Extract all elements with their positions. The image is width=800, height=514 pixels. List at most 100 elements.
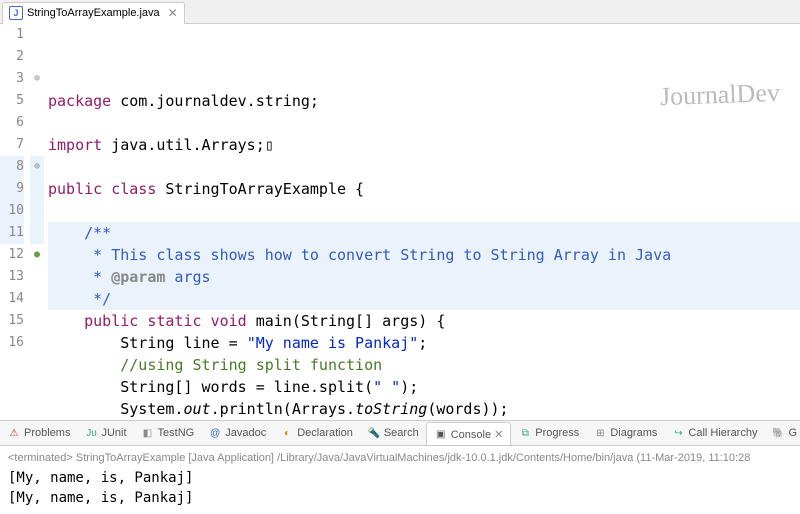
token-jdoc-tag: @param: [111, 268, 165, 286]
console-path: /Library/Java/JavaVirtualMachines/jdk-10…: [277, 452, 633, 464]
line-number: 14: [0, 288, 24, 310]
marker-empty: [30, 222, 44, 244]
marker-empty: [30, 134, 44, 156]
close-icon[interactable]: ✕: [164, 6, 178, 20]
view-tab-label: Console: [451, 429, 491, 441]
token-plain: );: [400, 378, 418, 396]
token-plain: com.journaldev.string;: [111, 92, 319, 110]
console-output[interactable]: [My, name, is, Pankaj][My, name, is, Pan…: [8, 468, 792, 508]
close-icon[interactable]: ✕: [494, 428, 503, 441]
code-line[interactable]: public class StringToArrayExample {: [48, 178, 800, 200]
view-tab-declaration[interactable]: ◐Declaration: [273, 421, 360, 445]
token-kw: void: [211, 312, 247, 330]
marker-empty: [30, 178, 44, 200]
token-plain: [48, 356, 120, 374]
view-tab-console[interactable]: ▣Console ✕: [426, 422, 512, 446]
console-icon: ▣: [434, 428, 448, 442]
declaration-icon: ◐: [280, 426, 294, 440]
view-tab-call-hierarchy[interactable]: ↪Call Hierarchy: [664, 421, 764, 445]
token-plain: (words));: [427, 400, 508, 418]
line-number: 11: [0, 222, 24, 244]
token-plain: ▯: [265, 136, 274, 154]
line-number: 10: [0, 200, 24, 222]
token-string: "My name is Pankaj": [247, 334, 419, 352]
view-tab-javadoc[interactable]: @Javadoc: [201, 421, 273, 445]
code-area[interactable]: JournalDev package com.journaldev.string…: [44, 24, 800, 420]
view-tab-testng[interactable]: ◧TestNG: [134, 421, 202, 445]
line-number: 8: [0, 156, 24, 178]
code-line[interactable]: import java.util.Arrays;▯: [48, 134, 800, 156]
line-number-gutter: 1235678910111213141516: [0, 24, 30, 420]
line-number: 2: [0, 46, 24, 68]
marker-empty: [30, 288, 44, 310]
marker-empty: [30, 310, 44, 332]
token-comment: //using String split function: [120, 356, 382, 374]
token-plain: System.: [48, 400, 183, 418]
code-line[interactable]: public static void main(String[] args) {: [48, 310, 800, 332]
line-number: 3: [0, 68, 24, 90]
call-hierarchy-icon: ↪: [671, 426, 685, 440]
code-line[interactable]: /**: [48, 222, 800, 244]
token-jdoc: args: [165, 268, 210, 286]
diagrams-icon: ⊞: [593, 426, 607, 440]
code-editor[interactable]: 1235678910111213141516 ⊕ ⊕ ● JournalDev …: [0, 24, 800, 420]
line-number: 6: [0, 112, 24, 134]
view-tab-progress[interactable]: ⧉Progress: [511, 421, 586, 445]
code-line[interactable]: //using String split function: [48, 354, 800, 376]
code-line[interactable]: */: [48, 288, 800, 310]
marker-column: ⊕ ⊕ ●: [30, 24, 44, 420]
code-line[interactable]: [48, 112, 800, 134]
view-tab-junit[interactable]: JᴜJUnit: [77, 421, 133, 445]
fold-marker-icon[interactable]: ⊕: [30, 156, 44, 178]
view-tab-label: Search: [384, 427, 419, 439]
view-tab-label: Declaration: [297, 427, 353, 439]
token-kw: package: [48, 92, 111, 110]
view-tab-problems[interactable]: ⚠Problems: [0, 421, 77, 445]
code-line[interactable]: System.out.println(Arrays.toString(words…: [48, 398, 800, 420]
token-jdoc: /**: [84, 224, 111, 242]
editor-tab[interactable]: J StringToArrayExample.java ✕: [2, 2, 185, 24]
view-tab-search[interactable]: 🔦Search: [360, 421, 426, 445]
code-line[interactable]: [48, 156, 800, 178]
override-marker-icon: ●: [30, 244, 44, 266]
line-number: 15: [0, 310, 24, 332]
token-plain: [138, 312, 147, 330]
problems-icon: ⚠: [7, 426, 21, 440]
view-tab-diagrams[interactable]: ⊞Diagrams: [586, 421, 664, 445]
code-line[interactable]: String[] words = line.split(" ");: [48, 376, 800, 398]
code-line[interactable]: * This class shows how to convert String…: [48, 244, 800, 266]
line-number: 12: [0, 244, 24, 266]
view-tab-label: Javadoc: [225, 427, 266, 439]
code-line[interactable]: String line = "My name is Pankaj";: [48, 332, 800, 354]
token-jdoc: */: [93, 290, 111, 308]
marker-empty: [30, 200, 44, 222]
token-plain: ;: [418, 334, 427, 352]
token-plain: java.util.Arrays;: [102, 136, 265, 154]
marker-empty: [30, 332, 44, 354]
code-line[interactable]: * @param args: [48, 266, 800, 288]
token-kw: import: [48, 136, 102, 154]
code-line[interactable]: [48, 200, 800, 222]
view-tab-g[interactable]: 🐘G: [764, 421, 800, 445]
token-plain: String line =: [48, 334, 247, 352]
console-status: <terminated>: [8, 452, 73, 464]
testng-icon: ◧: [141, 426, 155, 440]
progress-icon: ⧉: [518, 426, 532, 440]
line-number: 9: [0, 178, 24, 200]
token-jdoc: *: [93, 268, 111, 286]
editor-tab-label: StringToArrayExample.java: [27, 7, 160, 19]
token-plain: [48, 268, 93, 286]
marker-empty: [30, 46, 44, 68]
fold-marker-icon[interactable]: ⊕: [30, 68, 44, 90]
marker-empty: [30, 112, 44, 134]
code-line[interactable]: package com.journaldev.string;: [48, 90, 800, 112]
line-number: 16: [0, 332, 24, 354]
token-plain: StringToArrayExample {: [156, 180, 364, 198]
line-number: 5: [0, 90, 24, 112]
token-static-it: out: [183, 400, 210, 418]
javadoc-icon: @: [208, 426, 222, 440]
console-launch-label: StringToArrayExample [Java Application]: [76, 452, 274, 464]
token-plain: .println(Arrays.: [211, 400, 356, 418]
line-number: 1: [0, 24, 24, 46]
marker-empty: [30, 24, 44, 46]
